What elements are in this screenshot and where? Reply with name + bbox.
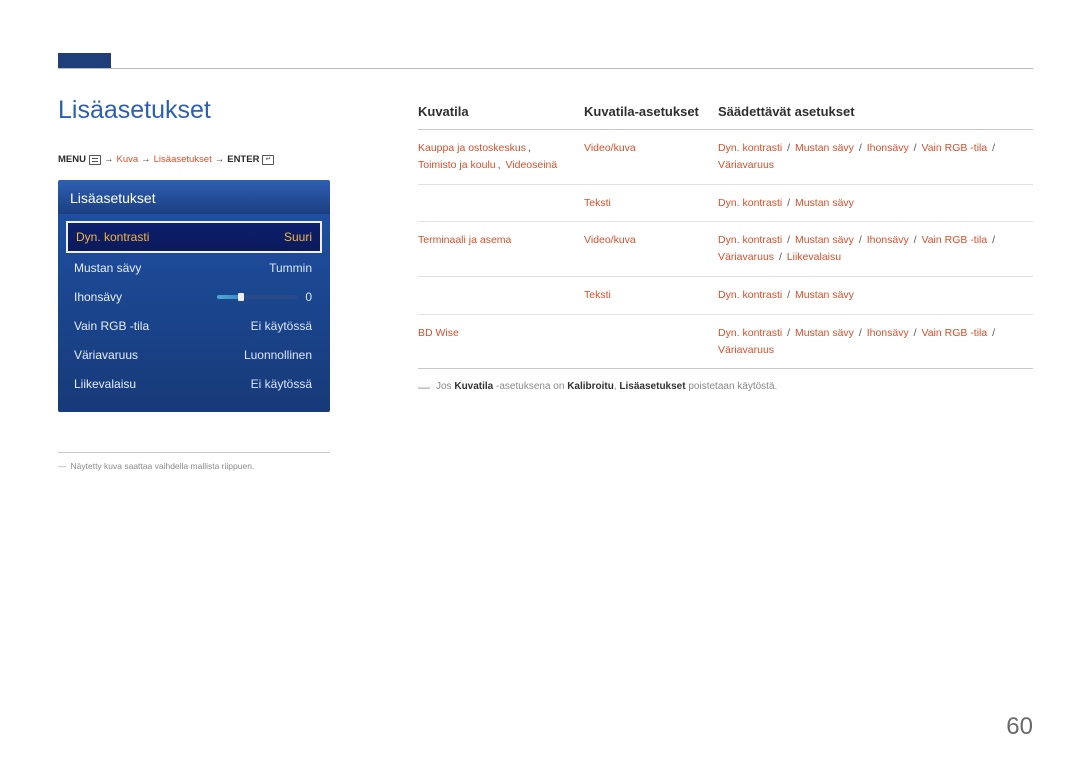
- left-divider: [58, 452, 330, 453]
- osd-body: Dyn. kontrasti Suuri Mustan sävy Tummin …: [58, 214, 330, 412]
- table-row: TekstiDyn. kontrasti / Mustan sävy: [418, 276, 1033, 314]
- osd-value: Ei käytössä: [251, 377, 312, 391]
- osd-value: Luonnollinen: [244, 348, 312, 362]
- page-title: Lisäasetukset: [58, 96, 328, 125]
- settings-table: Kuvatila Kuvatila-asetukset Säädettävät …: [418, 96, 1033, 369]
- footnote-dash: ―: [58, 461, 67, 473]
- page-accent: [58, 53, 111, 68]
- osd-header: Lisäasetukset: [58, 180, 330, 214]
- table-row: Kauppa ja ostoskeskus, Toimisto ja koulu…: [418, 130, 1033, 185]
- table-row: Terminaali ja asemaVideo/kuvaDyn. kontra…: [418, 222, 1033, 277]
- osd-panel: Lisäasetukset Dyn. kontrasti Suuri Musta…: [58, 180, 330, 412]
- osd-label: Dyn. kontrasti: [76, 230, 149, 244]
- breadcrumb-step1: Kuva: [116, 153, 138, 166]
- cell-kuvatila: [418, 276, 584, 314]
- osd-label: Väriavaruus: [74, 348, 138, 362]
- osd-row-vain-rgb[interactable]: Vain RGB -tila Ei käytössä: [66, 311, 322, 340]
- note-dash: ―: [418, 381, 430, 393]
- cell-saadettavat: Dyn. kontrasti / Mustan sävy: [718, 184, 1033, 222]
- cell-kuvatila: Terminaali ja asema: [418, 222, 584, 277]
- cell-saadettavat: Dyn. kontrasti / Mustan sävy / Ihonsävy …: [718, 130, 1033, 185]
- breadcrumb-arrow: →: [104, 153, 114, 166]
- cell-kuvatila-asetukset: Video/kuva: [584, 222, 718, 277]
- enter-icon: [262, 155, 274, 165]
- osd-row-mustan-savy[interactable]: Mustan sävy Tummin: [66, 253, 322, 282]
- footnote-text: Näytetty kuva saattaa vaihdella mallista…: [71, 461, 255, 473]
- cell-kuvatila: [418, 184, 584, 222]
- osd-row-ihonsavy[interactable]: Ihonsävy 0: [66, 282, 322, 311]
- breadcrumb-enter: ENTER: [227, 153, 259, 166]
- page-top-rule: [58, 68, 1033, 69]
- cell-saadettavat: Dyn. kontrasti / Mustan sävy / Ihonsävy …: [718, 314, 1033, 369]
- breadcrumb-arrow: →: [215, 153, 225, 166]
- osd-label: Liikevalaisu: [74, 377, 136, 391]
- menu-icon: [89, 155, 101, 165]
- cell-kuvatila-asetukset: Teksti: [584, 276, 718, 314]
- breadcrumb-arrow: →: [141, 153, 151, 166]
- cell-saadettavat: Dyn. kontrasti / Mustan sävy: [718, 276, 1033, 314]
- table-note: ― Jos Kuvatila -asetuksena on Kalibroitu…: [418, 381, 1033, 393]
- osd-value: Ei käytössä: [251, 319, 312, 333]
- table-row: TekstiDyn. kontrasti / Mustan sävy: [418, 184, 1033, 222]
- cell-kuvatila: BD Wise: [418, 314, 584, 369]
- breadcrumb-menu: MENU: [58, 153, 86, 166]
- cell-kuvatila-asetukset: [584, 314, 718, 369]
- page-number: 60: [1006, 713, 1033, 741]
- osd-value: Suuri: [284, 230, 312, 244]
- osd-row-dyn-kontrasti[interactable]: Dyn. kontrasti Suuri: [66, 221, 322, 253]
- th-saadettavat: Säädettävät asetukset: [718, 96, 1033, 130]
- osd-value: 0: [305, 290, 312, 304]
- osd-value: Tummin: [269, 261, 312, 275]
- cell-saadettavat: Dyn. kontrasti / Mustan sävy / Ihonsävy …: [718, 222, 1033, 277]
- slider[interactable]: [217, 295, 297, 299]
- table-row: BD Wise Dyn. kontrasti / Mustan sävy / Ih…: [418, 314, 1033, 369]
- th-kuvatila-asetukset: Kuvatila-asetukset: [584, 96, 718, 130]
- osd-label: Ihonsävy: [74, 290, 122, 304]
- osd-value-wrap: 0: [217, 290, 312, 304]
- osd-label: Vain RGB -tila: [74, 319, 149, 333]
- breadcrumb: MENU → Kuva → Lisäasetukset → ENTER: [58, 153, 328, 166]
- breadcrumb-step2: Lisäasetukset: [154, 153, 212, 166]
- note-text: Jos Kuvatila -asetuksena on Kalibroitu, …: [436, 381, 777, 393]
- cell-kuvatila: Kauppa ja ostoskeskus, Toimisto ja koulu…: [418, 130, 584, 185]
- osd-row-liikevalaisu[interactable]: Liikevalaisu Ei käytössä: [66, 369, 322, 398]
- cell-kuvatila-asetukset: Teksti: [584, 184, 718, 222]
- cell-kuvatila-asetukset: Video/kuva: [584, 130, 718, 185]
- left-footnote: ― Näytetty kuva saattaa vaihdella mallis…: [58, 461, 328, 473]
- th-kuvatila: Kuvatila: [418, 96, 584, 130]
- osd-row-variavaruus[interactable]: Väriavaruus Luonnollinen: [66, 340, 322, 369]
- osd-label: Mustan sävy: [74, 261, 141, 275]
